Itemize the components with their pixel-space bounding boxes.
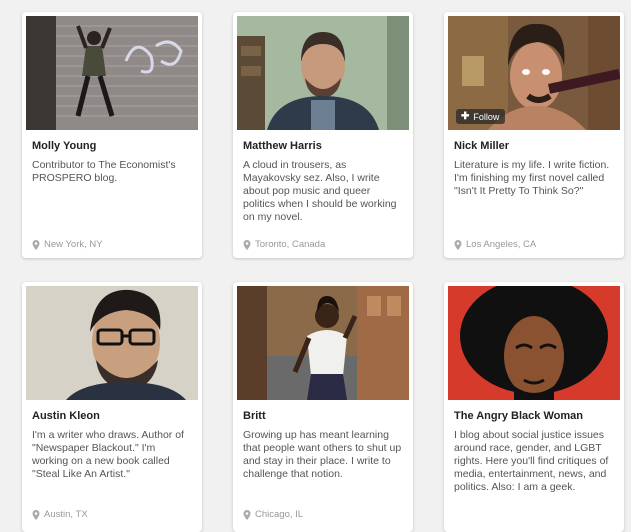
profile-grid: Molly Young Contributor to The Economist…: [0, 0, 631, 532]
profile-name[interactable]: Nick Miller: [454, 140, 624, 153]
profile-photo-image: [237, 286, 409, 400]
location-text: Chicago, IL: [255, 509, 304, 520]
profile-location: Chicago, IL: [243, 509, 303, 520]
profile-card[interactable]: Austin Kleon I'm a writer who draws. Aut…: [22, 282, 202, 532]
follow-button[interactable]: ✚ Follow: [456, 109, 506, 124]
profile-card[interactable]: Molly Young Contributor to The Economist…: [22, 12, 202, 258]
profile-name[interactable]: Britt: [243, 410, 413, 423]
profile-location: Los Angeles, CA: [454, 239, 536, 250]
profile-location: Toronto, Canada: [243, 239, 325, 250]
profile-bio: I'm a writer who draws. Author of "Newsp…: [32, 429, 184, 480]
location-pin-icon: [243, 239, 251, 250]
plus-icon: ✚: [461, 111, 470, 122]
profile-bio: Growing up has meant learning that peopl…: [243, 429, 402, 480]
location-text: New York, NY: [44, 239, 103, 250]
profile-bio: Contributor to The Economist's PROSPERO …: [32, 159, 176, 184]
profile-card[interactable]: ✚ Follow Nick Miller Literature is my li…: [444, 12, 624, 258]
profile-bio: A cloud in trousers, as Mayakovsky sez. …: [243, 159, 397, 223]
profile-photo[interactable]: [237, 16, 409, 130]
profile-card[interactable]: Matthew Harris A cloud in trousers, as M…: [233, 12, 413, 258]
profile-location: New York, NY: [32, 239, 103, 250]
profile-bio: Literature is my life. I write fiction. …: [454, 159, 610, 197]
profile-name[interactable]: Matthew Harris: [243, 140, 413, 153]
profile-photo[interactable]: [26, 16, 198, 130]
location-pin-icon: [454, 239, 462, 250]
profile-photo-image: [237, 16, 409, 130]
profile-photo-image: [26, 16, 198, 130]
location-text: Austin, TX: [44, 509, 88, 520]
profile-photo-image: [26, 286, 198, 400]
profile-photo[interactable]: [448, 286, 620, 400]
profile-photo[interactable]: [237, 286, 409, 400]
profile-name[interactable]: Austin Kleon: [32, 410, 202, 423]
location-pin-icon: [243, 509, 251, 520]
location-pin-icon: [32, 239, 40, 250]
profile-name[interactable]: Molly Young: [32, 140, 202, 153]
profile-location: Austin, TX: [32, 509, 88, 520]
profile-card[interactable]: The Angry Black Woman I blog about socia…: [444, 282, 624, 532]
follow-label: Follow: [473, 111, 500, 122]
profile-bio: I blog about social justice issues aroun…: [454, 429, 609, 493]
location-text: Toronto, Canada: [255, 239, 326, 250]
location-text: Los Angeles, CA: [466, 239, 537, 250]
profile-photo[interactable]: [26, 286, 198, 400]
location-pin-icon: [32, 509, 40, 520]
profile-photo[interactable]: ✚ Follow: [448, 16, 620, 130]
profile-photo-image: [448, 286, 620, 400]
profile-name[interactable]: The Angry Black Woman: [454, 410, 624, 423]
profile-card[interactable]: Britt Growing up has meant learning that…: [233, 282, 413, 532]
